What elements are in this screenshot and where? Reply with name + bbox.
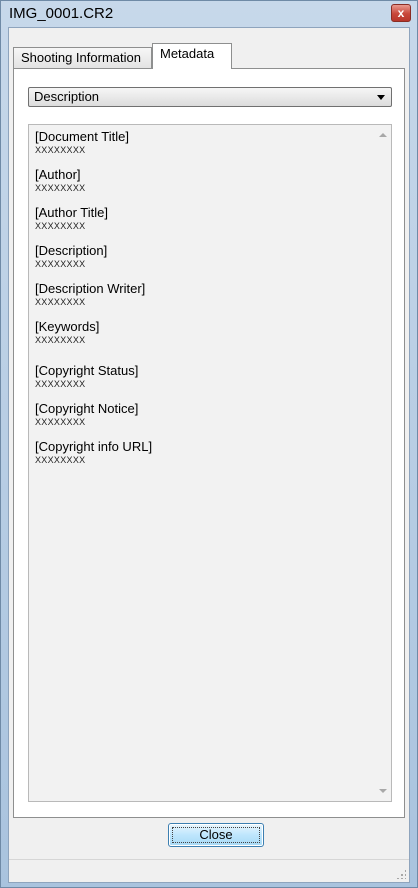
metadata-panel: Description [Document Title] XXXXXXXX [A… [13, 68, 405, 818]
list-item: [Copyright Notice] XXXXXXXX [35, 401, 365, 428]
field-value-document-title: XXXXXXXX [35, 145, 86, 155]
list-item: [Keywords] XXXXXXXX [35, 319, 365, 346]
list-item: [Author] XXXXXXXX [35, 167, 365, 194]
scroll-down-arrow-icon[interactable] [379, 789, 387, 793]
close-button[interactable]: Close [168, 823, 264, 847]
metadata-list[interactable]: [Document Title] XXXXXXXX [Author] XXXXX… [28, 124, 392, 802]
field-value-keywords: XXXXXXXX [35, 335, 86, 345]
field-label-author-title: [Author Title] [35, 205, 108, 220]
close-button-label: Close [199, 827, 233, 842]
tab-metadata[interactable]: Metadata [152, 43, 232, 69]
category-dropdown[interactable]: Description [28, 87, 392, 107]
vertical-scrollbar[interactable] [374, 125, 391, 801]
field-value-description-writer: XXXXXXXX [35, 297, 86, 307]
list-item: [Document Title] XXXXXXXX [35, 129, 365, 156]
field-label-document-title: [Document Title] [35, 129, 129, 144]
list-item: [Description Writer] XXXXXXXX [35, 281, 365, 308]
properties-window: IMG_0001.CR2 x Shooting Information Meta… [0, 0, 418, 888]
metadata-list-content: [Document Title] XXXXXXXX [Author] XXXXX… [35, 129, 365, 477]
dialog-body: Shooting Information Metadata Descriptio… [8, 27, 410, 883]
tab-label: Metadata [160, 46, 215, 61]
field-label-description-writer: [Description Writer] [35, 281, 146, 296]
field-label-copyright-info-url: [Copyright info URL] [35, 439, 153, 454]
list-item: [Copyright Status] XXXXXXXX [35, 363, 365, 390]
field-label-copyright-notice: [Copyright Notice] [35, 401, 139, 416]
field-label-description: [Description] [35, 243, 108, 258]
field-value-copyright-notice: XXXXXXXX [35, 417, 86, 427]
list-item: [Description] XXXXXXXX [35, 243, 365, 270]
close-icon[interactable]: x [391, 4, 411, 22]
window-title: IMG_0001.CR2 [9, 5, 114, 22]
field-label-author: [Author] [35, 167, 81, 182]
tab-shooting-information[interactable]: Shooting Information [13, 47, 152, 68]
category-dropdown-value: Description [34, 89, 100, 104]
chevron-down-icon[interactable] [377, 95, 385, 100]
field-value-copyright-info-url: XXXXXXXX [35, 455, 86, 465]
list-item: [Author Title] XXXXXXXX [35, 205, 365, 232]
field-label-keywords: [Keywords] [35, 319, 100, 334]
field-value-author-title: XXXXXXXX [35, 221, 86, 231]
field-value-copyright-status: XXXXXXXX [35, 379, 86, 389]
tab-label: Shooting Information [21, 50, 141, 65]
field-label-copyright-status: [Copyright Status] [35, 363, 139, 378]
field-value-description: XXXXXXXX [35, 259, 86, 269]
scroll-up-arrow-icon[interactable] [379, 133, 387, 137]
list-item: [Copyright info URL] XXXXXXXX [35, 439, 365, 466]
title-bar[interactable]: IMG_0001.CR2 x [1, 1, 417, 27]
resize-grip-icon[interactable] [396, 869, 406, 879]
field-value-author: XXXXXXXX [35, 183, 86, 193]
status-bar [9, 859, 409, 882]
